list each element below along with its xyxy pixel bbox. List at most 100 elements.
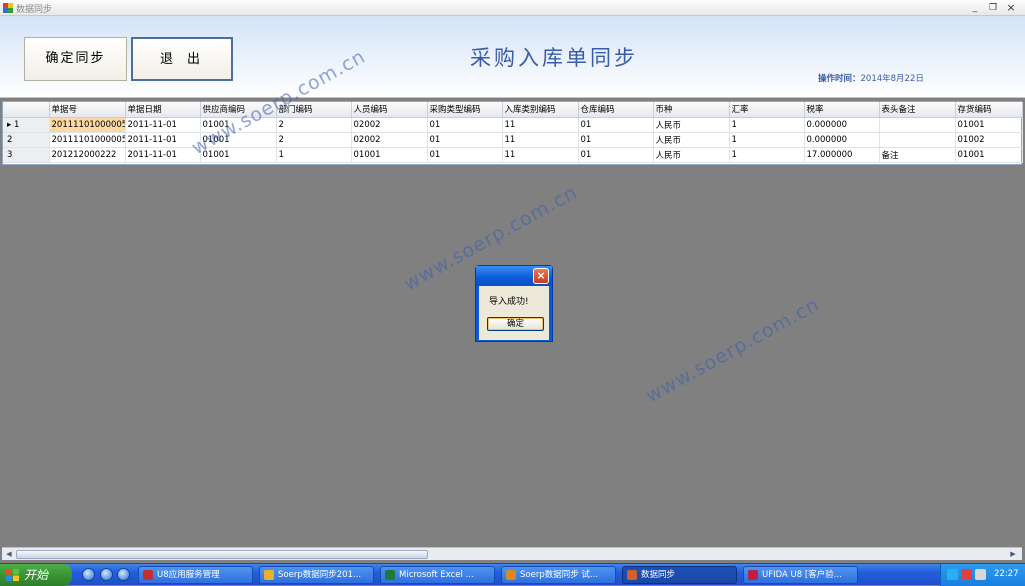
table-cell[interactable]: 02002: [351, 117, 428, 133]
windows-logo-icon: [6, 569, 19, 581]
dialog-message: 导入成功!: [489, 297, 529, 307]
table-cell[interactable]: 人民币: [653, 132, 730, 148]
grid-empty-area: [2, 165, 1022, 547]
table-cell[interactable]: 20111101000005: [49, 132, 126, 148]
message-dialog: × 导入成功! 确定: [475, 265, 553, 342]
close-button[interactable]: ×: [1004, 2, 1018, 14]
confirm-sync-button[interactable]: 确定同步: [24, 37, 127, 81]
table-cell[interactable]: 人民币: [653, 117, 730, 133]
row-header[interactable]: 3: [3, 147, 50, 163]
column-header[interactable]: 汇率: [729, 102, 805, 118]
table-cell[interactable]: [879, 117, 956, 133]
tray-network-icon[interactable]: [947, 569, 958, 580]
data-grid[interactable]: 单据号 单据日期 供应商编码 部门编码 人员编码 采购类型编码 入库类别编码 仓…: [2, 101, 1023, 165]
system-tray: 22:27: [940, 564, 1025, 586]
scroll-left-icon[interactable]: ◀: [4, 549, 14, 560]
table-cell[interactable]: 01001: [351, 147, 428, 163]
clock: 22:27: [994, 569, 1019, 579]
table-cell[interactable]: 2: [276, 117, 352, 133]
column-header[interactable]: 单据日期: [125, 102, 201, 118]
table-cell[interactable]: 01002: [955, 132, 1023, 148]
table-cell[interactable]: 01001: [200, 147, 277, 163]
quicklaunch-desktop-icon[interactable]: [117, 568, 130, 581]
table-row[interactable]: ▸ 1 20111101000005 2011-11-01 01001 2 02002 01…: [3, 117, 1023, 133]
table-cell[interactable]: 11: [502, 117, 579, 133]
quicklaunch-app-icon[interactable]: [100, 568, 113, 581]
table-cell[interactable]: 17.000000: [804, 147, 880, 163]
exit-button[interactable]: 退出: [131, 37, 233, 81]
table-cell[interactable]: 01001: [200, 132, 277, 148]
operation-time: 操作时间：2014年8月22日: [818, 72, 924, 84]
table-cell[interactable]: 2011-11-01: [125, 132, 201, 148]
table-cell[interactable]: 1: [276, 147, 352, 163]
operation-time-value: 2014年8月22日: [860, 74, 924, 84]
table-cell[interactable]: 01: [427, 117, 503, 133]
table-cell[interactable]: 2011-11-01: [125, 147, 201, 163]
taskbar-ufida-icon: [748, 570, 758, 580]
column-header[interactable]: 供应商编码: [200, 102, 277, 118]
grid-corner[interactable]: [3, 102, 50, 118]
column-header[interactable]: 币种: [653, 102, 730, 118]
table-cell[interactable]: 1: [729, 147, 805, 163]
table-cell[interactable]: 02002: [351, 132, 428, 148]
table-cell[interactable]: 201212000222: [49, 147, 126, 163]
column-header[interactable]: 仓库编码: [578, 102, 654, 118]
column-header[interactable]: 入库类别编码: [502, 102, 579, 118]
taskbar-folder-icon: [264, 570, 274, 580]
minimize-button[interactable]: _: [968, 2, 982, 14]
row-header[interactable]: ▸ 1: [3, 117, 50, 133]
tray-security-icon[interactable]: [961, 569, 972, 580]
start-button[interactable]: 开始: [0, 564, 72, 586]
scroll-thumb[interactable]: [16, 550, 428, 559]
taskbar-item[interactable]: Soerp数据同步201...: [259, 566, 374, 584]
dialog-close-button[interactable]: ×: [533, 268, 549, 284]
row-header[interactable]: 2: [3, 132, 50, 148]
table-cell[interactable]: 0.000000: [804, 117, 880, 133]
table-cell[interactable]: 01: [427, 147, 503, 163]
taskbar-item-active[interactable]: 数据同步: [622, 566, 737, 584]
table-cell[interactable]: 01: [578, 147, 654, 163]
horizontal-scrollbar[interactable]: ◀ ▶: [2, 547, 1022, 560]
table-cell[interactable]: 0.000000: [804, 132, 880, 148]
column-header[interactable]: 存货编码: [955, 102, 1023, 118]
table-cell[interactable]: 01001: [955, 117, 1023, 133]
table-cell[interactable]: 2: [276, 132, 352, 148]
table-cell[interactable]: 11: [502, 147, 579, 163]
table-cell[interactable]: 1: [729, 117, 805, 133]
taskbar-item-label: UFIDA U8 [客户验...: [762, 570, 842, 580]
column-header[interactable]: 表头备注: [879, 102, 956, 118]
column-header[interactable]: 人员编码: [351, 102, 428, 118]
dialog-ok-button[interactable]: 确定: [487, 317, 544, 331]
taskbar-item-label: Microsoft Excel ...: [399, 570, 474, 580]
quicklaunch-ie-icon[interactable]: [82, 568, 95, 581]
table-row[interactable]: 2 20111101000005 2011-11-01 01001 2 02002 01 11…: [3, 132, 1023, 148]
table-cell[interactable]: 01: [578, 132, 654, 148]
tray-volume-icon[interactable]: [975, 569, 986, 580]
table-cell[interactable]: 01001: [200, 117, 277, 133]
table-cell[interactable]: [879, 132, 956, 148]
restore-button[interactable]: ❐: [986, 2, 1000, 14]
table-cell[interactable]: 2011-11-01: [125, 117, 201, 133]
column-header[interactable]: 税率: [804, 102, 880, 118]
table-cell[interactable]: 备注: [879, 147, 956, 163]
taskbar-item-label: Soerp数据同步 试...: [520, 570, 599, 580]
column-header[interactable]: 采购类型编码: [427, 102, 503, 118]
scroll-right-icon[interactable]: ▶: [1008, 549, 1018, 560]
taskbar-item[interactable]: U8应用服务管理: [138, 566, 253, 584]
grid-header-row: 单据号 单据日期 供应商编码 部门编码 人员编码 采购类型编码 入库类别编码 仓…: [3, 102, 1023, 118]
column-header[interactable]: 单据号: [49, 102, 126, 118]
table-cell[interactable]: 01: [578, 117, 654, 133]
taskbar-item[interactable]: Microsoft Excel ...: [380, 566, 495, 584]
column-header[interactable]: 部门编码: [276, 102, 352, 118]
title-bar: 数据同步 _ ❐ ×: [0, 0, 1025, 16]
taskbar-excel-icon: [385, 570, 395, 580]
table-row[interactable]: 3 201212000222 2011-11-01 01001 1 01001 01 11 01…: [3, 147, 1023, 163]
table-cell[interactable]: 1: [729, 132, 805, 148]
table-cell[interactable]: 01: [427, 132, 503, 148]
table-cell[interactable]: 11: [502, 132, 579, 148]
table-cell[interactable]: 人民币: [653, 147, 730, 163]
table-cell[interactable]: 01001: [955, 147, 1023, 163]
table-cell[interactable]: 20111101000005: [49, 117, 126, 133]
taskbar-item[interactable]: UFIDA U8 [客户验...: [743, 566, 858, 584]
taskbar-item[interactable]: Soerp数据同步 试...: [501, 566, 616, 584]
